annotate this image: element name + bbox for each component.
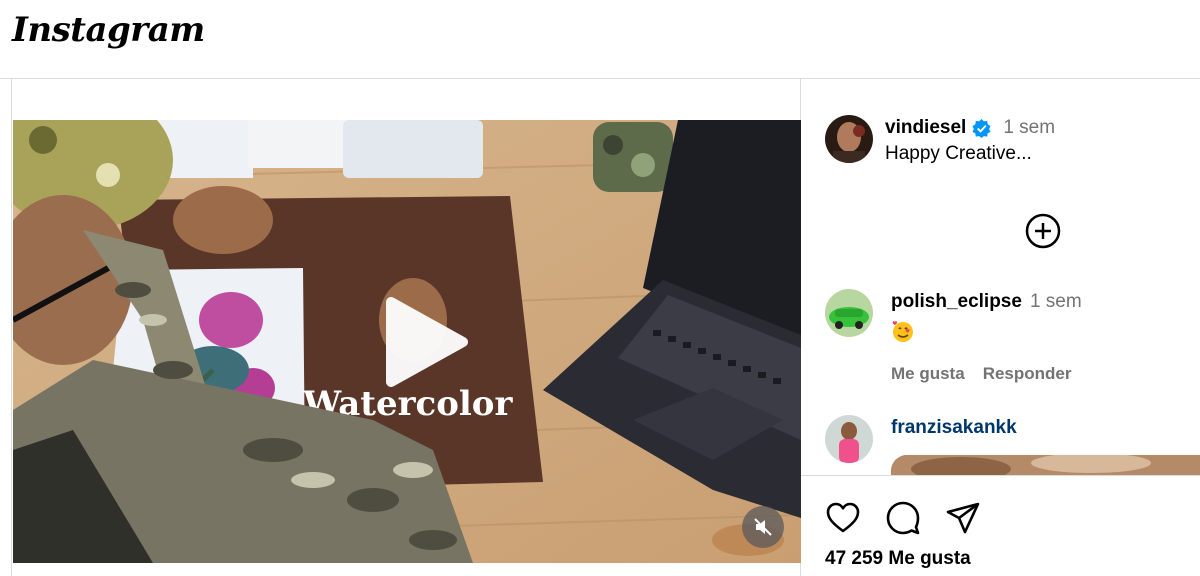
comment-media-preview[interactable] [891, 455, 1200, 475]
author-username[interactable]: vindiesel [885, 117, 966, 139]
post-author: vindiesel 1 sem Happy Creative... [825, 115, 1055, 165]
plus-circle-icon[interactable] [1025, 213, 1061, 249]
comment-item: polish_eclipse 1 sem Me gusta Responder [825, 289, 1089, 384]
top-bar: Instagram [0, 0, 1200, 79]
smiling-face-with-hearts-emoji-icon [892, 321, 913, 342]
share-icon[interactable] [945, 500, 981, 536]
comment-username[interactable]: franzisakankk [891, 417, 1017, 439]
post-video[interactable]: Watercolor 12 sheets, fo [13, 120, 801, 563]
post-time[interactable]: 1 sem [1003, 117, 1055, 139]
mute-icon [754, 518, 772, 536]
post-media-column: Watercolor 12 sheets, fo [11, 79, 801, 576]
comment-username[interactable]: polish_eclipse [891, 291, 1022, 313]
post-action-bar: 47 259 Me gusta [801, 475, 1200, 576]
play-icon[interactable] [373, 292, 473, 392]
comment-like-link[interactable]: Me gusta [891, 364, 965, 384]
mute-button[interactable] [742, 506, 784, 548]
comment-icon[interactable] [885, 500, 921, 536]
heart-icon[interactable] [825, 500, 861, 536]
commenter-avatar[interactable] [825, 415, 873, 463]
commenter-avatar[interactable] [825, 289, 873, 337]
likes-count[interactable]: 47 259 Me gusta [825, 548, 971, 570]
instagram-logo[interactable]: Instagram [12, 10, 205, 50]
post-caption: Happy Creative... [885, 143, 1032, 164]
author-avatar[interactable] [825, 115, 873, 163]
comment-reply-link[interactable]: Responder [983, 364, 1072, 384]
comment-time[interactable]: 1 sem [1030, 291, 1082, 313]
verified-badge-icon [972, 118, 991, 138]
